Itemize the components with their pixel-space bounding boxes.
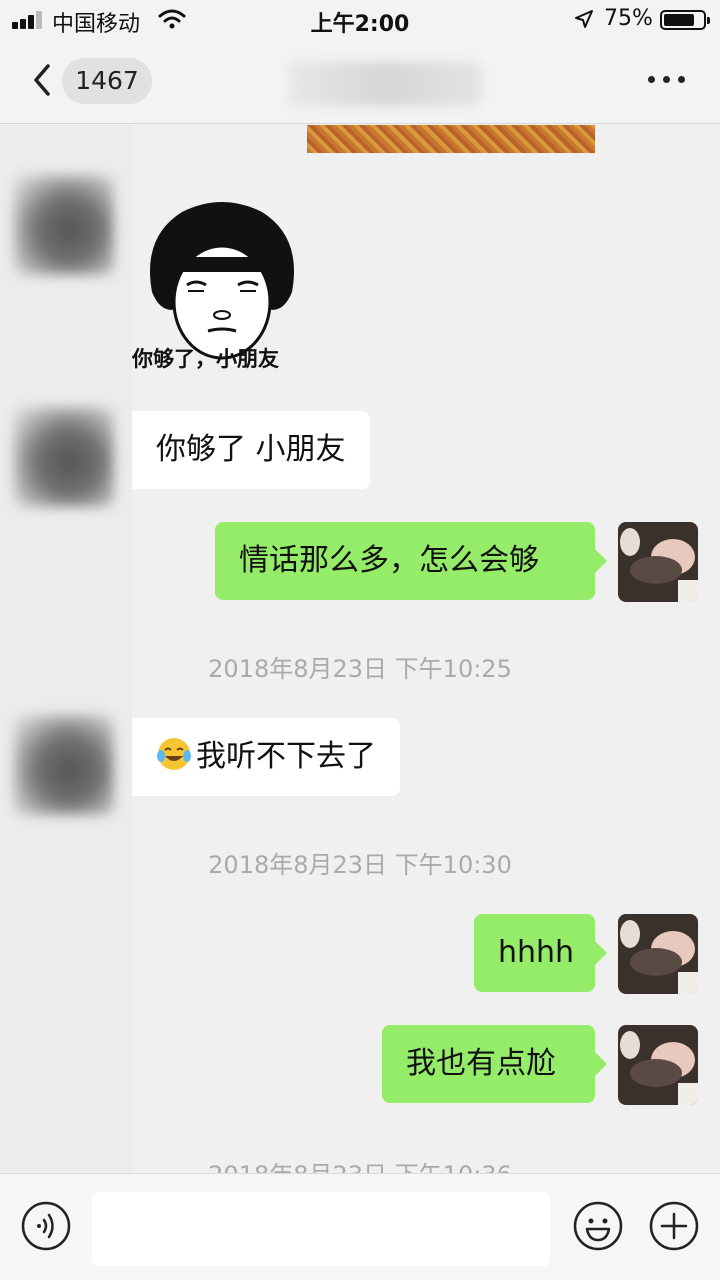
timestamp: 2018年8月23日 下午10:25 — [208, 655, 512, 683]
timestamp: 2018年8月23日 下午10:36 — [0, 1155, 720, 1173]
message-input[interactable] — [92, 1192, 550, 1266]
more-options-icon[interactable] — [648, 76, 688, 86]
my-avatar[interactable] — [618, 914, 698, 994]
chat-title-blurred — [288, 62, 482, 106]
chat-area[interactable]: 你够了，小朋友 你够了 小朋友 情话那么多，怎么会够 2018年8月23日 下午… — [0, 125, 720, 1173]
tears-of-joy-emoji-icon — [157, 738, 191, 770]
message-bubble-sent[interactable]: hhhh — [474, 914, 607, 992]
voice-icon[interactable] — [20, 1200, 72, 1252]
location-arrow-icon — [575, 10, 593, 28]
nav-bar: 1467 — [0, 40, 720, 124]
image-message-partial[interactable] — [307, 125, 595, 153]
message-text: 我听不下去了 — [196, 739, 376, 774]
plus-icon[interactable] — [648, 1200, 700, 1252]
emoji-icon[interactable] — [572, 1200, 624, 1252]
unread-count-badge[interactable]: 1467 — [62, 58, 152, 104]
status-bar: 中国移动 上午2:00 75% — [0, 0, 720, 40]
sticker-caption: 你够了，小朋友 — [132, 347, 279, 371]
timestamp: 2018年8月23日 下午10:30 — [208, 851, 512, 879]
my-avatar[interactable] — [618, 522, 698, 602]
input-bar — [0, 1173, 720, 1280]
message-bubble-received[interactable]: 我听不下去了 — [132, 718, 400, 796]
contact-avatar[interactable] — [14, 407, 114, 507]
message-bubble-received[interactable]: 你够了 小朋友 — [132, 411, 370, 489]
battery-icon — [660, 10, 710, 30]
contact-avatar[interactable] — [14, 715, 114, 815]
message-bubble-sent[interactable]: 情话那么多，怎么会够 — [215, 522, 607, 600]
back-chevron-icon[interactable] — [28, 60, 58, 100]
my-avatar[interactable] — [618, 1025, 698, 1105]
message-bubble-sent[interactable]: 我也有点尬 — [382, 1025, 607, 1103]
contact-avatar[interactable] — [14, 175, 114, 275]
battery-percent: 75% — [604, 6, 653, 31]
